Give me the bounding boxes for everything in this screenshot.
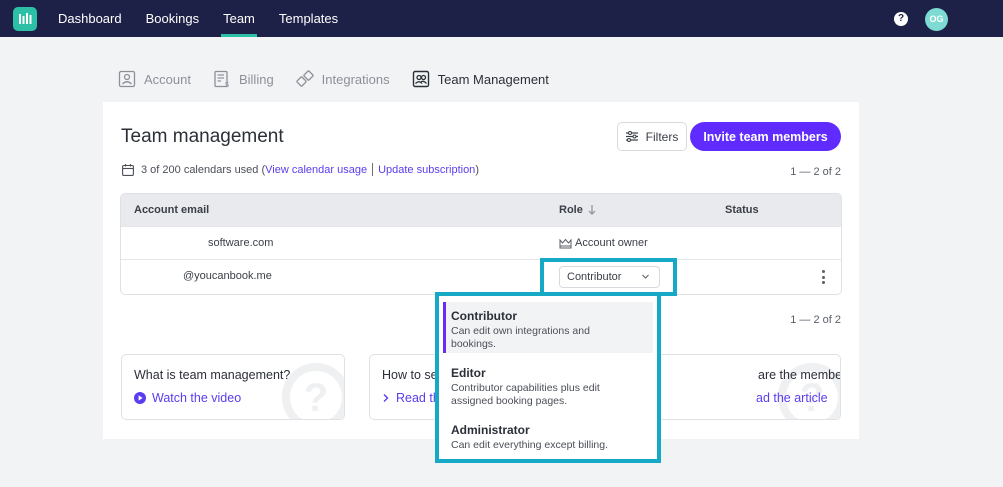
- role-option-contributor[interactable]: Contributor Can edit own integrations an…: [443, 302, 653, 353]
- row-role: Account owner: [559, 237, 648, 249]
- crown-icon: [559, 238, 572, 249]
- col-role-label: Role: [559, 204, 583, 216]
- option-name: Administrator: [451, 423, 530, 437]
- tab-team-management-label: Team Management: [437, 71, 549, 87]
- watch-video-link[interactable]: Watch the video: [134, 391, 241, 405]
- usage-text: 3 of 200 calendars used: [141, 163, 259, 176]
- table-header: Account email Role Status: [121, 194, 841, 226]
- role-select-highlight: [540, 258, 677, 296]
- filters-label: Filters: [645, 129, 679, 144]
- role-option-administrator[interactable]: Administrator Can edit everything except…: [443, 417, 653, 457]
- sort-down-icon: [588, 205, 596, 215]
- pagination-bottom: 1 — 2 of 2: [790, 314, 841, 326]
- table-row: software.com Account owner: [121, 226, 841, 259]
- svg-text:$: $: [225, 82, 229, 88]
- view-calendar-usage-link[interactable]: View calendar usage: [265, 164, 367, 176]
- tab-team-management[interactable]: Team Management: [412, 70, 549, 88]
- option-name: Editor: [451, 366, 486, 380]
- role-account-owner: Account owner: [575, 237, 648, 249]
- tab-account-label: Account: [144, 71, 191, 87]
- sliders-icon: [625, 131, 638, 142]
- info-question: What is team management?: [134, 368, 291, 382]
- option-description: Can edit own integrations and bookings.: [451, 325, 590, 350]
- role-option-editor[interactable]: Editor Contributor capabilities plus edi…: [443, 360, 653, 410]
- col-status: Status: [725, 204, 759, 216]
- usage-close-paren: ): [475, 163, 479, 176]
- logo-icon[interactable]: [13, 7, 37, 31]
- read-article-link[interactable]: ad the article: [756, 391, 828, 405]
- tab-account[interactable]: Account: [118, 70, 191, 88]
- tab-integrations-label: Integrations: [321, 71, 390, 87]
- usage-divider: [372, 163, 374, 176]
- info-question: How to se: [382, 368, 438, 382]
- read-link[interactable]: Read th: [382, 391, 440, 405]
- integrations-icon: [295, 70, 314, 88]
- page-title: Team management: [121, 126, 284, 147]
- table-row: @youcanbook.me Contributor: [121, 259, 841, 292]
- info-card-what-is-team-management: ? What is team management? Watch the vid…: [121, 354, 345, 420]
- read-link-label: Read th: [396, 391, 440, 405]
- col-role[interactable]: Role: [559, 204, 596, 216]
- nav-items: Dashboard Bookings Team Templates: [58, 0, 362, 37]
- tab-billing-label: Billing: [238, 71, 274, 87]
- info-question: are the member roles?: [758, 368, 840, 382]
- play-icon: [134, 392, 146, 404]
- more-options-icon[interactable]: [819, 270, 827, 284]
- filters-button[interactable]: Filters: [617, 122, 687, 151]
- col-account-email: Account email: [134, 204, 210, 216]
- option-description: Contributor capabilities plus edit assig…: [451, 382, 600, 407]
- svg-text:?: ?: [304, 376, 328, 420]
- row-email: @youcanbook.me: [183, 270, 272, 282]
- nav-team[interactable]: Team: [221, 0, 257, 37]
- row-email: software.com: [208, 237, 274, 249]
- help-icon[interactable]: ?: [894, 12, 908, 26]
- option-description: Can edit everything except billing.: [451, 439, 609, 451]
- option-name: Contributor: [451, 309, 517, 323]
- update-subscription-link[interactable]: Update subscription: [378, 164, 475, 176]
- chevron-right-icon: [382, 393, 390, 403]
- read-article-label: ad the article: [756, 391, 828, 405]
- user-icon: [118, 70, 136, 88]
- team-table: Account email Role Status software.com A…: [120, 193, 842, 295]
- top-nav: Dashboard Bookings Team Templates ? OG: [0, 0, 1003, 37]
- nav-dashboard[interactable]: Dashboard: [58, 0, 122, 37]
- settings-tabs: Account $ Billing Integrations Team Mana…: [118, 68, 571, 90]
- avatar[interactable]: OG: [925, 8, 948, 31]
- role-dropdown: Contributor Can edit own integrations an…: [435, 292, 661, 463]
- nav-bookings[interactable]: Bookings: [146, 0, 199, 37]
- invite-team-members-button[interactable]: Invite team members: [690, 122, 841, 151]
- tab-integrations[interactable]: Integrations: [295, 70, 390, 88]
- team-icon: [412, 70, 430, 88]
- pagination-top: 1 — 2 of 2: [790, 166, 841, 178]
- calendar-icon: [122, 163, 134, 176]
- billing-icon: $: [213, 70, 231, 88]
- watch-video-label: Watch the video: [152, 391, 242, 405]
- nav-templates[interactable]: Templates: [279, 0, 338, 37]
- tab-billing[interactable]: $ Billing: [213, 70, 274, 88]
- calendar-usage: 3 of 200 calendars used (View calendar u…: [122, 163, 479, 176]
